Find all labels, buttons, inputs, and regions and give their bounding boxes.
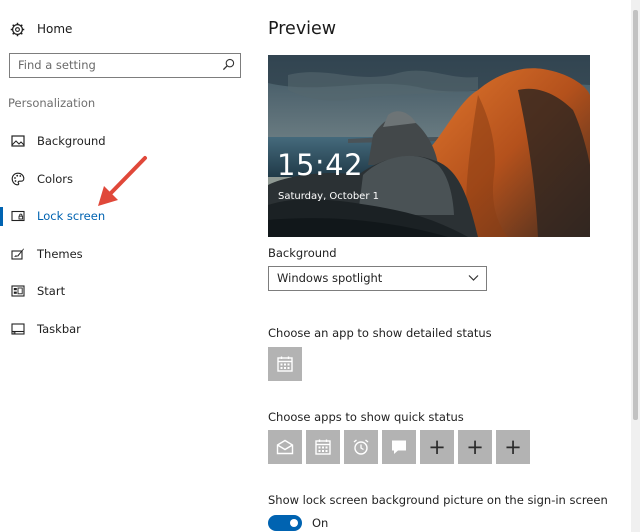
search-box[interactable] bbox=[9, 53, 241, 78]
quick-status-app-button-alarm[interactable] bbox=[344, 430, 378, 464]
background-dropdown-value: Windows spotlight bbox=[277, 271, 383, 285]
background-dropdown[interactable]: Windows spotlight bbox=[268, 266, 487, 291]
preview-landscape-image bbox=[268, 55, 590, 237]
sidebar-item-background[interactable]: Background bbox=[0, 127, 240, 155]
quick-status-app-button-mail[interactable] bbox=[268, 430, 302, 464]
sidebar-item-start[interactable]: Start bbox=[0, 277, 240, 305]
gear-icon bbox=[10, 22, 25, 36]
themes-icon bbox=[11, 248, 24, 260]
sidebar-item-colors[interactable]: Colors bbox=[0, 165, 240, 193]
scrollbar[interactable] bbox=[631, 0, 640, 532]
scrollbar-thumb[interactable] bbox=[633, 10, 638, 420]
message-icon bbox=[392, 440, 406, 454]
quick-status-app-button-calendar[interactable] bbox=[306, 430, 340, 464]
alarm-icon bbox=[353, 439, 369, 455]
palette-icon bbox=[11, 172, 25, 186]
search-icon[interactable] bbox=[222, 58, 235, 71]
search-input[interactable] bbox=[10, 54, 215, 76]
sidebar-item-taskbar[interactable]: Taskbar bbox=[0, 315, 240, 343]
sidebar-item-themes[interactable]: Themes bbox=[0, 240, 240, 268]
quick-status-add-button[interactable]: + bbox=[420, 430, 454, 464]
home-link[interactable]: Home bbox=[10, 19, 72, 39]
sidebar-item-label: Colors bbox=[37, 172, 74, 186]
sidebar-item-lock-screen[interactable]: Lock screen bbox=[0, 202, 240, 230]
toggle-knob bbox=[290, 519, 298, 527]
sidebar-item-label: Lock screen bbox=[37, 209, 106, 223]
background-label: Background bbox=[268, 246, 337, 260]
sidebar-item-label: Themes bbox=[37, 247, 83, 261]
signin-background-label: Show lock screen background picture on t… bbox=[268, 493, 608, 507]
sidebar: Home Personalization Background Colors L… bbox=[0, 0, 250, 532]
lock-screen-icon bbox=[11, 210, 25, 222]
mail-icon bbox=[276, 439, 294, 455]
chevron-down-icon bbox=[468, 275, 479, 281]
plus-icon: + bbox=[504, 434, 522, 459]
plus-icon: + bbox=[428, 434, 446, 459]
page-title: Preview bbox=[268, 19, 337, 39]
quick-status-add-button[interactable]: + bbox=[496, 430, 530, 464]
taskbar-icon bbox=[11, 323, 25, 335]
plus-icon: + bbox=[466, 434, 484, 459]
detailed-status-label: Choose an app to show detailed status bbox=[268, 326, 492, 340]
lock-screen-time: 15:42 bbox=[277, 148, 364, 182]
lock-screen-date: Saturday, October 1 bbox=[278, 191, 379, 202]
detailed-status-app-button[interactable] bbox=[268, 347, 302, 381]
sidebar-item-label: Background bbox=[37, 134, 106, 148]
calendar-icon bbox=[315, 439, 331, 455]
quick-status-add-button[interactable]: + bbox=[458, 430, 492, 464]
home-label: Home bbox=[37, 22, 73, 36]
lock-screen-preview: 15:42 Saturday, October 1 bbox=[268, 55, 590, 237]
calendar-icon bbox=[277, 356, 293, 372]
signin-background-toggle[interactable] bbox=[268, 515, 302, 531]
start-icon bbox=[11, 285, 25, 297]
section-label: Personalization bbox=[8, 96, 96, 110]
toggle-state-label: On bbox=[312, 516, 329, 530]
sidebar-item-label: Start bbox=[37, 284, 66, 298]
picture-icon bbox=[11, 135, 25, 147]
sidebar-item-label: Taskbar bbox=[37, 322, 81, 336]
quick-status-app-button-message[interactable] bbox=[382, 430, 416, 464]
quick-status-label: Choose apps to show quick status bbox=[268, 410, 464, 424]
